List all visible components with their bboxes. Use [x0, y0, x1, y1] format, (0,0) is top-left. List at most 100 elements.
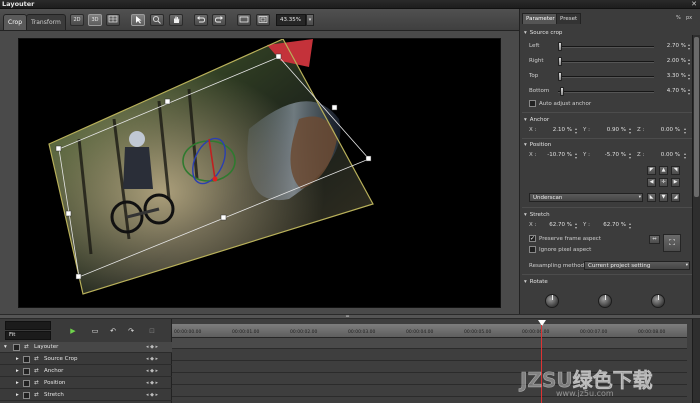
align-center-icon[interactable]: ✛: [659, 178, 668, 187]
expand-icon[interactable]: ▾: [4, 344, 7, 350]
align-top-left-icon[interactable]: ◤: [647, 166, 656, 175]
tab-transform[interactable]: Transform: [26, 14, 66, 30]
crop-left-slider[interactable]: [558, 46, 654, 48]
align-right-icon[interactable]: ▶: [671, 178, 680, 187]
align-top-right-icon[interactable]: ◥: [671, 166, 680, 175]
tab-parameter[interactable]: Parameter: [522, 13, 559, 24]
keyframe-nav-icon[interactable]: ◂ ◆ ▸: [146, 380, 158, 386]
track-row[interactable]: ▸ ⇄ Anchor ◂ ◆ ▸: [0, 366, 172, 377]
crop-right-slider-knob[interactable]: [558, 57, 562, 66]
anchor-z-value[interactable]: 0.00 %: [650, 127, 680, 133]
timeline-row[interactable]: [172, 350, 687, 361]
stretch-y-value[interactable]: 62.70 %: [596, 222, 626, 228]
track-row[interactable]: ▸ ⇄ Stretch ◂ ◆ ▸: [0, 390, 172, 401]
px-unit-icon[interactable]: px: [686, 15, 692, 21]
zoom-level-field[interactable]: 43.35%: [276, 14, 306, 26]
timeline-zoom-select[interactable]: Fit: [5, 331, 51, 340]
keyframe-nav-icon[interactable]: ◂ ◆ ▸: [146, 356, 158, 362]
preview-canvas[interactable]: [18, 38, 501, 308]
zoom-magnifier-icon[interactable]: [150, 14, 164, 26]
swap-aspect-icon[interactable]: ⇔: [649, 235, 660, 244]
position-z-spinner-icon[interactable]: ▴ ▾: [682, 152, 688, 160]
crop-bottom-slider-knob[interactable]: [560, 87, 564, 96]
position-x-spinner-icon[interactable]: ▴ ▾: [573, 152, 579, 160]
undo-icon[interactable]: [194, 14, 208, 26]
position-y-value[interactable]: -5.70 %: [596, 152, 626, 158]
keyframe-icon[interactable]: ⊡: [147, 326, 157, 336]
crop-right-value[interactable]: 2.00 %: [656, 58, 686, 64]
anchor-z-spinner-icon[interactable]: ▴ ▾: [682, 127, 688, 135]
crop-bottom-slider[interactable]: [558, 91, 654, 93]
chevron-down-icon[interactable]: ▾: [306, 14, 314, 26]
track-row[interactable]: ▸ ⇄ Source Crop ◂ ◆ ▸: [0, 354, 172, 365]
align-top-icon[interactable]: ▲: [659, 166, 668, 175]
grid-icon[interactable]: [106, 14, 120, 26]
underscan-select[interactable]: Underscan ▾: [529, 193, 643, 202]
section-source-crop[interactable]: ▾ Source crop: [524, 30, 562, 36]
fit-frame-icon[interactable]: [237, 14, 251, 26]
expand-icon[interactable]: ▸: [16, 380, 19, 386]
stretch-y-spinner-icon[interactable]: ▴ ▾: [627, 222, 633, 230]
anchor-y-value[interactable]: 0.90 %: [596, 127, 626, 133]
crop-top-slider[interactable]: [558, 76, 654, 78]
section-position[interactable]: ▾ Position: [524, 142, 551, 148]
play-icon[interactable]: ▶: [68, 326, 78, 336]
align-bottom-icon[interactable]: ▼: [659, 193, 668, 202]
safe-area-icon[interactable]: [256, 14, 270, 26]
track-enable-checkbox[interactable]: [23, 368, 30, 375]
stretch-x-spinner-icon[interactable]: ▴ ▾: [573, 222, 579, 230]
track-enable-checkbox[interactable]: [23, 356, 30, 363]
expand-icon[interactable]: ▸: [16, 368, 19, 374]
track-enable-checkbox[interactable]: [23, 392, 30, 399]
position-y-spinner-icon[interactable]: ▴ ▾: [627, 152, 633, 160]
close-icon[interactable]: ✕: [691, 0, 697, 9]
mode-2d-button[interactable]: 2D: [70, 14, 84, 26]
auto-adjust-anchor-checkbox[interactable]: [529, 100, 536, 107]
tab-preset[interactable]: Preset: [556, 13, 582, 24]
fit-to-frame-icon[interactable]: ⛶: [663, 234, 681, 252]
link-icon[interactable]: %: [676, 15, 681, 21]
align-left-icon[interactable]: ◀: [647, 178, 656, 187]
crop-left-value[interactable]: 2.70 %: [656, 43, 686, 49]
align-bottom-right-icon[interactable]: ◢: [671, 193, 680, 202]
keyframe-nav-icon[interactable]: ◂ ◆ ▸: [146, 392, 158, 398]
section-rotate[interactable]: ▾ Rotate: [524, 279, 548, 285]
position-z-value[interactable]: 0.00 %: [650, 152, 680, 158]
rotate-z-dial[interactable]: [651, 294, 665, 308]
redo-icon[interactable]: ↷: [126, 326, 136, 336]
panel-scrollbar[interactable]: [692, 35, 700, 315]
position-x-value[interactable]: -10.70 %: [542, 152, 572, 158]
hand-pan-icon[interactable]: [169, 14, 183, 26]
tab-crop[interactable]: Crop: [3, 14, 28, 30]
undo-icon[interactable]: ↶: [108, 326, 118, 336]
section-anchor[interactable]: ▾ Anchor: [524, 117, 549, 123]
redo-icon[interactable]: [212, 14, 226, 26]
rotate-x-dial[interactable]: [545, 294, 559, 308]
timeline-row[interactable]: [172, 338, 687, 349]
anchor-x-value[interactable]: 2.10 %: [542, 127, 572, 133]
crop-top-slider-knob[interactable]: [558, 72, 562, 81]
crop-left-slider-knob[interactable]: [558, 42, 562, 51]
playhead-handle[interactable]: [538, 320, 546, 326]
preserve-frame-aspect-checkbox[interactable]: ✓: [529, 235, 536, 242]
transformed-video-frame[interactable]: [19, 39, 501, 308]
rotate-y-dial[interactable]: [598, 294, 612, 308]
timeline-ruler[interactable]: 00:00:00.00 00:00:01.00 00:00:02.00 00:0…: [172, 324, 687, 338]
track-row[interactable]: ▾ ⇄ Layouter ◂ ◆ ▸: [0, 342, 172, 353]
align-bottom-left-icon[interactable]: ◣: [647, 193, 656, 202]
select-arrow-icon[interactable]: [131, 14, 145, 26]
ignore-pixel-aspect-checkbox[interactable]: [529, 246, 536, 253]
mode-3d-button[interactable]: 3D: [88, 14, 102, 26]
scrollbar-thumb[interactable]: [694, 37, 699, 197]
expand-icon[interactable]: ▸: [16, 356, 19, 362]
comment-icon[interactable]: ▭: [90, 326, 100, 336]
crop-right-slider[interactable]: [558, 61, 654, 63]
crop-top-value[interactable]: 3.30 %: [656, 73, 686, 79]
anchor-y-spinner-icon[interactable]: ▴ ▾: [627, 127, 633, 135]
crop-bottom-value[interactable]: 4.70 %: [656, 88, 686, 94]
expand-icon[interactable]: ▸: [16, 392, 19, 398]
track-enable-checkbox[interactable]: [23, 380, 30, 387]
resampling-method-select[interactable]: Current project setting ▾: [584, 261, 690, 270]
stretch-x-value[interactable]: 62.70 %: [542, 222, 572, 228]
section-stretch[interactable]: ▾ Stretch: [524, 212, 550, 218]
